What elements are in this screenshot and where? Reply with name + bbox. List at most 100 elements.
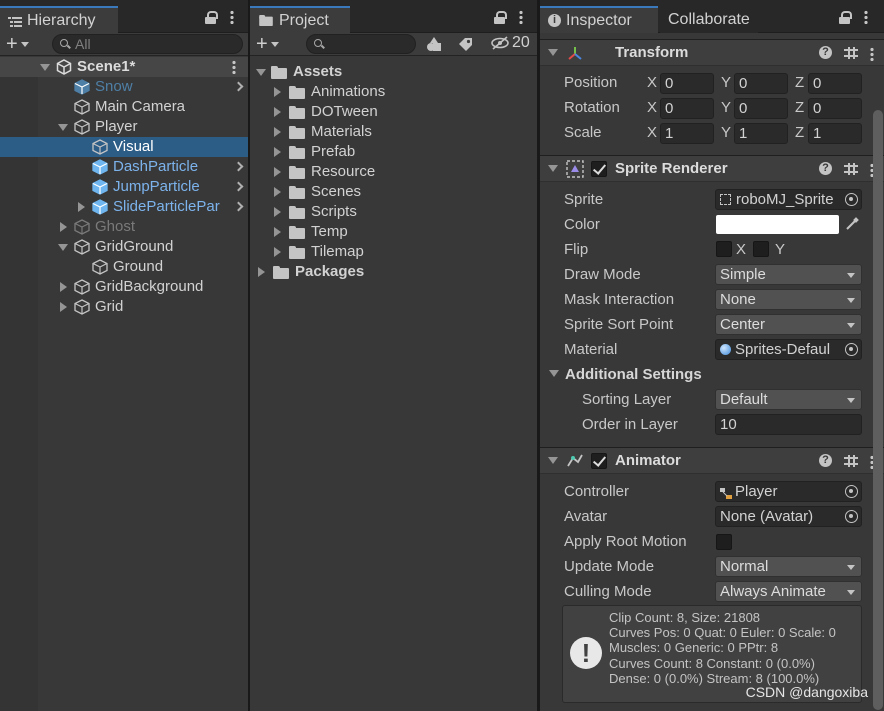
transform-scale-x-input[interactable]: 1 <box>660 123 714 144</box>
lock-icon[interactable] <box>205 10 218 24</box>
avatar-field[interactable]: None (Avatar) <box>715 506 862 527</box>
hidden-packages-toggle[interactable]: 20 <box>490 34 530 52</box>
transform-position-z-input[interactable]: 0 <box>808 73 862 94</box>
hierarchy-item-scene-root[interactable]: Scene1* <box>0 57 248 77</box>
collapse-arrow-icon[interactable] <box>258 267 265 277</box>
collapse-arrow-icon[interactable] <box>274 107 281 117</box>
hierarchy-item-main-camera[interactable]: Main Camera <box>0 97 248 117</box>
collapse-arrow-icon[interactable] <box>274 167 281 177</box>
more-options-icon[interactable] <box>232 60 236 74</box>
foldout-arrow-icon[interactable] <box>548 457 558 464</box>
flip-x-checkbox[interactable] <box>716 241 732 257</box>
axis-x-label[interactable]: X <box>647 124 657 141</box>
hierarchy-item-visual[interactable]: Visual <box>0 137 248 157</box>
axis-z-label[interactable]: Z <box>795 124 804 141</box>
hierarchy-item-grid-ground[interactable]: GridGround <box>0 237 248 257</box>
help-icon[interactable]: ? <box>819 46 832 59</box>
expand-arrow-icon[interactable] <box>58 124 68 131</box>
object-picker-icon[interactable] <box>845 485 858 498</box>
folder-item-animations[interactable]: Animations <box>250 82 537 102</box>
folder-item-tilemap[interactable]: Tilemap <box>250 242 537 262</box>
inspector-scrollbar[interactable] <box>873 110 883 710</box>
expand-arrow-icon[interactable] <box>58 244 68 251</box>
create-dropdown[interactable]: + <box>256 34 279 54</box>
hierarchy-item-dash-particle[interactable]: DashParticle <box>0 157 248 177</box>
more-options-icon[interactable] <box>864 10 868 24</box>
folder-item-scripts[interactable]: Scripts <box>250 202 537 222</box>
collapse-arrow-icon[interactable] <box>274 187 281 197</box>
eyedropper-icon[interactable] <box>844 216 860 236</box>
search-by-type-icon[interactable] <box>426 36 444 56</box>
transform-rotation-y-input[interactable]: 0 <box>734 98 788 119</box>
flip-y-checkbox[interactable] <box>753 241 769 257</box>
open-prefab-chevron-icon[interactable] <box>233 81 244 92</box>
search-input[interactable]: All <box>52 34 243 54</box>
open-prefab-chevron-icon[interactable] <box>233 181 244 192</box>
hierarchy-item-jump-particle[interactable]: JumpParticle <box>0 177 248 197</box>
collapse-arrow-icon[interactable] <box>274 87 281 97</box>
hierarchy-item-slide-particle[interactable]: SlideParticlePar <box>0 197 248 217</box>
folder-item-prefab[interactable]: Prefab <box>250 142 537 162</box>
apply-root-motion-checkbox[interactable] <box>716 534 732 550</box>
tab-collaborate[interactable]: Collaborate <box>660 6 758 33</box>
presets-icon[interactable] <box>844 46 858 59</box>
sprite-renderer-enabled-checkbox[interactable] <box>591 161 607 177</box>
culling-mode-dropdown[interactable]: Always Animate <box>715 581 862 602</box>
collapse-arrow-icon[interactable] <box>60 282 67 292</box>
lock-icon[interactable] <box>494 10 507 24</box>
sprite-sort-point-dropdown[interactable]: Center <box>715 314 862 335</box>
help-icon[interactable]: ? <box>819 454 832 467</box>
transform-header[interactable]: Transform ? <box>540 39 884 66</box>
folder-item-packages[interactable]: Packages <box>250 262 537 282</box>
axis-x-label[interactable]: X <box>647 74 657 91</box>
controller-field[interactable]: Player <box>715 481 862 502</box>
collapse-arrow-icon[interactable] <box>78 202 85 212</box>
create-dropdown[interactable]: + <box>6 34 29 54</box>
folder-item-dotween[interactable]: DOTween <box>250 102 537 122</box>
search-input[interactable] <box>306 34 416 54</box>
collapse-arrow-icon[interactable] <box>274 147 281 157</box>
additional-settings-foldout[interactable]: Additional Settings <box>565 366 702 383</box>
hierarchy-item-ground[interactable]: Ground <box>0 257 248 277</box>
collapse-arrow-icon[interactable] <box>274 127 281 137</box>
foldout-arrow-icon[interactable] <box>548 165 558 172</box>
more-options-icon[interactable] <box>519 10 523 24</box>
hierarchy-item-player[interactable]: Player <box>0 117 248 137</box>
tab-hierarchy[interactable]: Hierarchy <box>0 6 118 33</box>
object-picker-icon[interactable] <box>845 343 858 356</box>
collapse-arrow-icon[interactable] <box>274 247 281 257</box>
axis-z-label[interactable]: Z <box>795 99 804 116</box>
open-prefab-chevron-icon[interactable] <box>233 201 244 212</box>
object-picker-icon[interactable] <box>845 510 858 523</box>
sorting-layer-dropdown[interactable]: Default <box>715 389 862 410</box>
hierarchy-item-grid-background[interactable]: GridBackground <box>0 277 248 297</box>
tab-inspector[interactable]: i Inspector <box>540 6 658 33</box>
foldout-arrow-icon[interactable] <box>548 49 558 56</box>
color-swatch[interactable] <box>716 215 839 234</box>
animator-header[interactable]: Animator ? <box>540 447 884 474</box>
folder-item-assets[interactable]: Assets <box>250 62 537 82</box>
collapse-arrow-icon[interactable] <box>60 302 67 312</box>
transform-rotation-x-input[interactable]: 0 <box>660 98 714 119</box>
folder-item-scenes[interactable]: Scenes <box>250 182 537 202</box>
hierarchy-item-snow[interactable]: Snow <box>0 77 248 97</box>
folder-item-resource[interactable]: Resource <box>250 162 537 182</box>
mask-interaction-dropdown[interactable]: None <box>715 289 862 310</box>
collapse-arrow-icon[interactable] <box>60 222 67 232</box>
more-options-icon[interactable] <box>230 10 234 24</box>
expand-arrow-icon[interactable] <box>256 69 266 76</box>
hierarchy-item-ghost[interactable]: Ghost <box>0 217 248 237</box>
collapse-arrow-icon[interactable] <box>274 207 281 217</box>
hierarchy-item-grid[interactable]: Grid <box>0 297 248 317</box>
material-field[interactable]: Sprites-Defaul <box>715 339 862 360</box>
draw-mode-dropdown[interactable]: Simple <box>715 264 862 285</box>
more-options-icon[interactable] <box>870 47 874 61</box>
folder-item-temp[interactable]: Temp <box>250 222 537 242</box>
presets-icon[interactable] <box>844 162 858 175</box>
sprite-renderer-header[interactable]: Sprite Renderer ? <box>540 155 884 182</box>
axis-x-label[interactable]: X <box>647 99 657 116</box>
transform-position-x-input[interactable]: 0 <box>660 73 714 94</box>
transform-position-y-input[interactable]: 0 <box>734 73 788 94</box>
help-icon[interactable]: ? <box>819 162 832 175</box>
object-picker-icon[interactable] <box>845 193 858 206</box>
